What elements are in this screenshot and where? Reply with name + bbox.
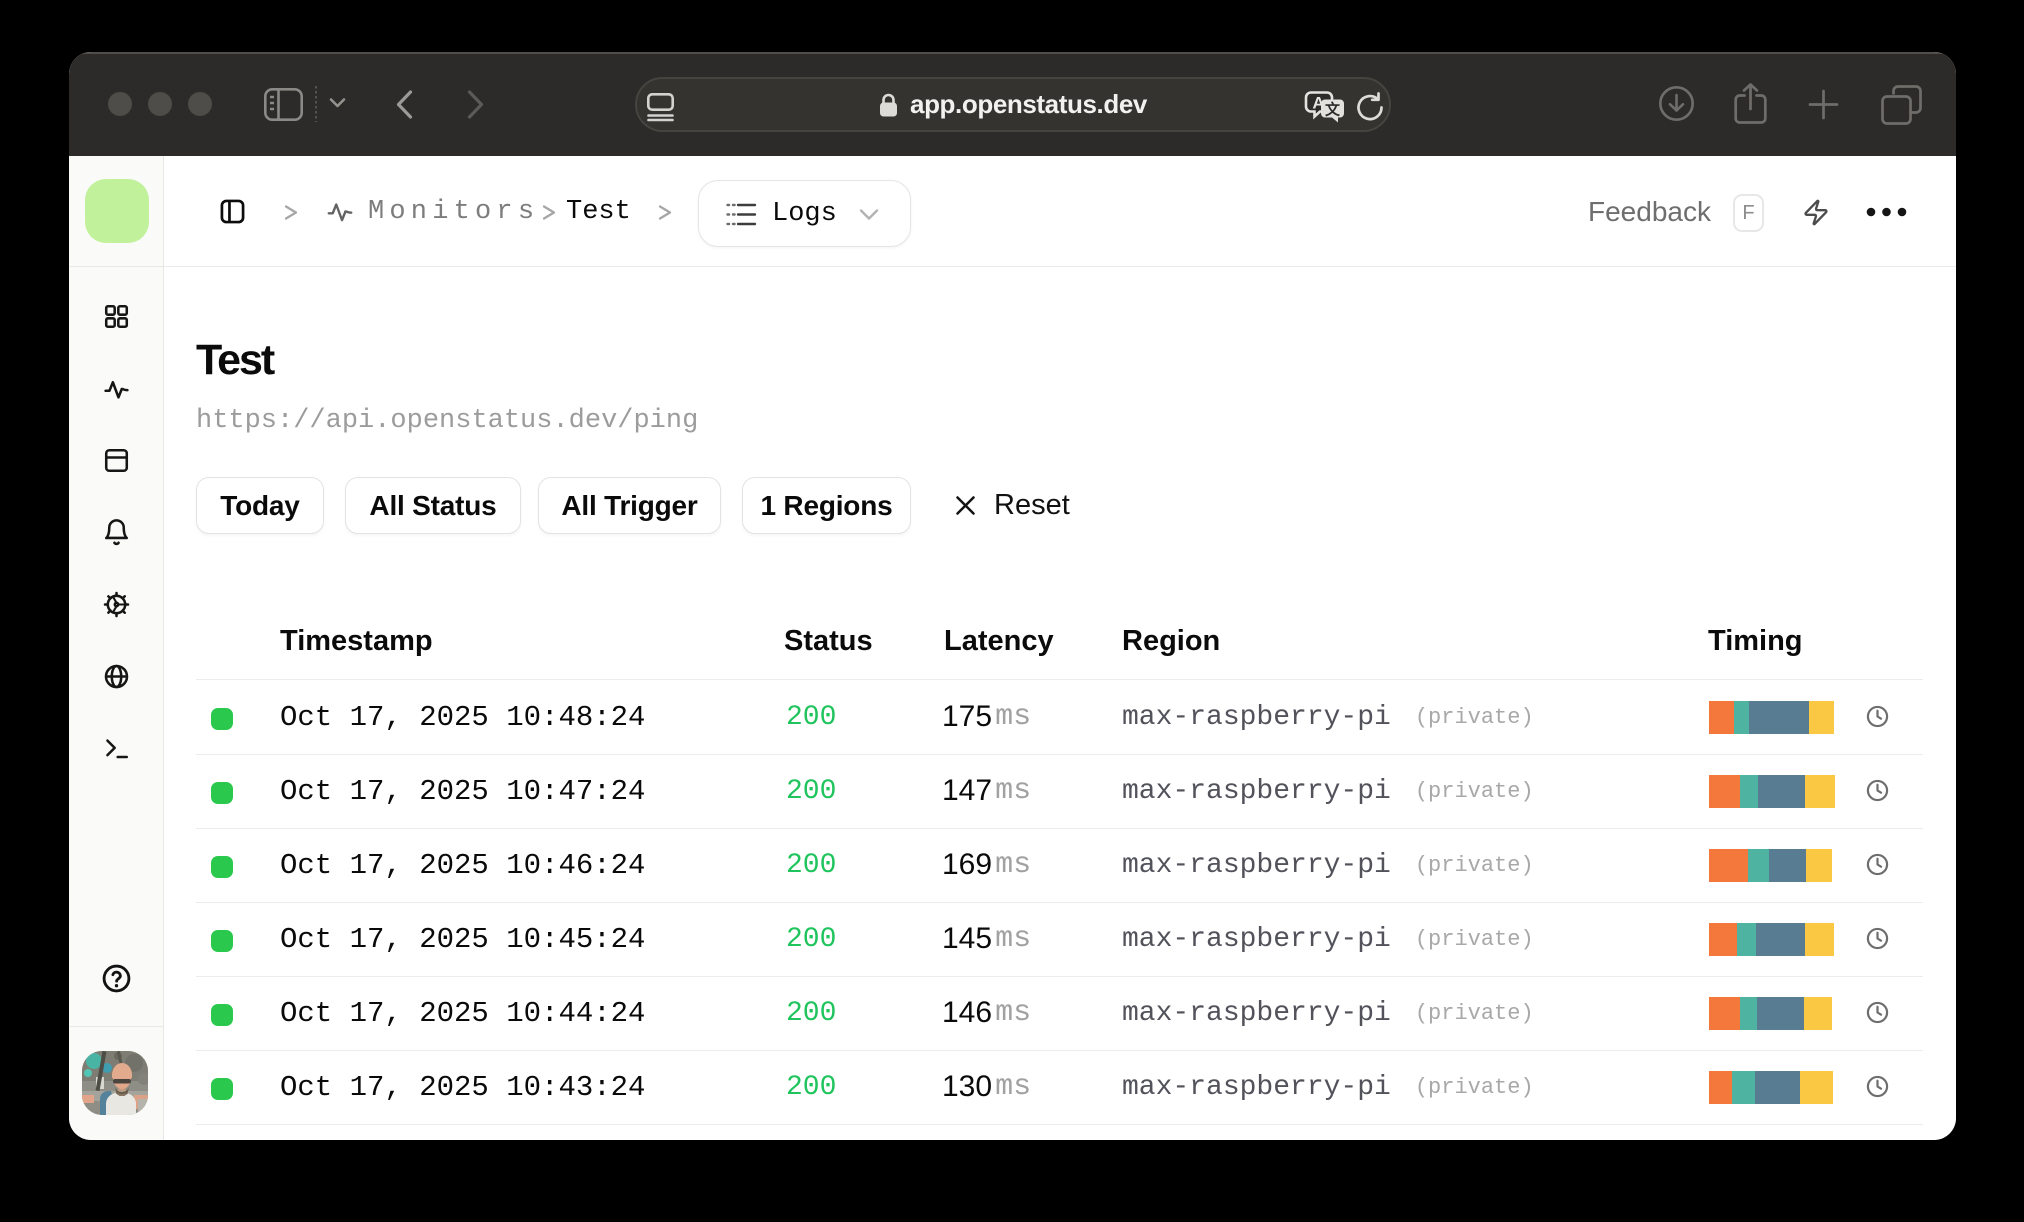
svg-text:文: 文 [1325,101,1341,119]
